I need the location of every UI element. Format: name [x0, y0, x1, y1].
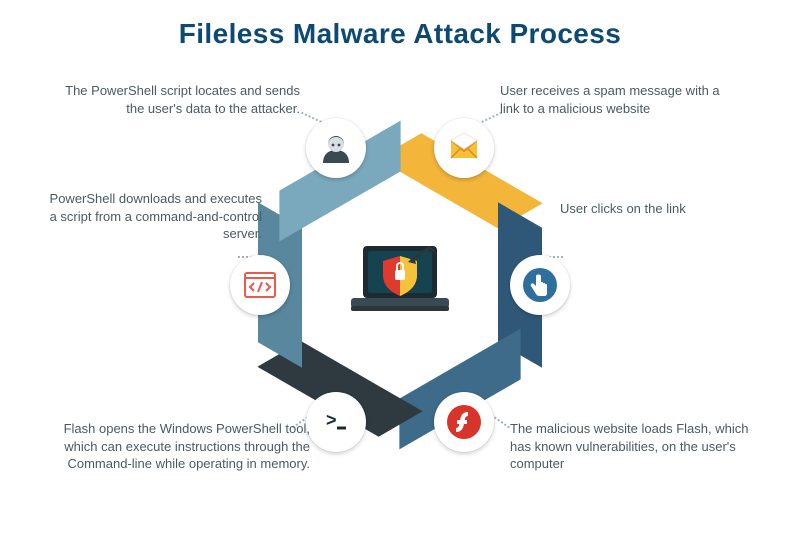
caption-exfil: The PowerShell script locates and sends … [60, 82, 300, 117]
diagram-title: Fileless Malware Attack Process [0, 18, 800, 50]
caption-shell: Flash opens the Windows PowerShell tool,… [60, 420, 310, 473]
hacker-icon [306, 118, 366, 178]
flash-icon [434, 392, 494, 452]
svg-text:>: > [326, 410, 337, 430]
caption-flash: The malicious website loads Flash, which… [510, 420, 760, 473]
laptop-shield-icon [345, 235, 455, 335]
terminal-icon: > [306, 392, 366, 452]
caption-mail: User receives a spam message with a link… [500, 82, 730, 117]
caption-click: User clicks on the link [560, 200, 770, 218]
envelope-icon [434, 118, 494, 178]
pointer-icon [510, 255, 570, 315]
code-icon [230, 255, 290, 315]
caption-c2: PowerShell downloads and executes a scri… [42, 190, 262, 243]
